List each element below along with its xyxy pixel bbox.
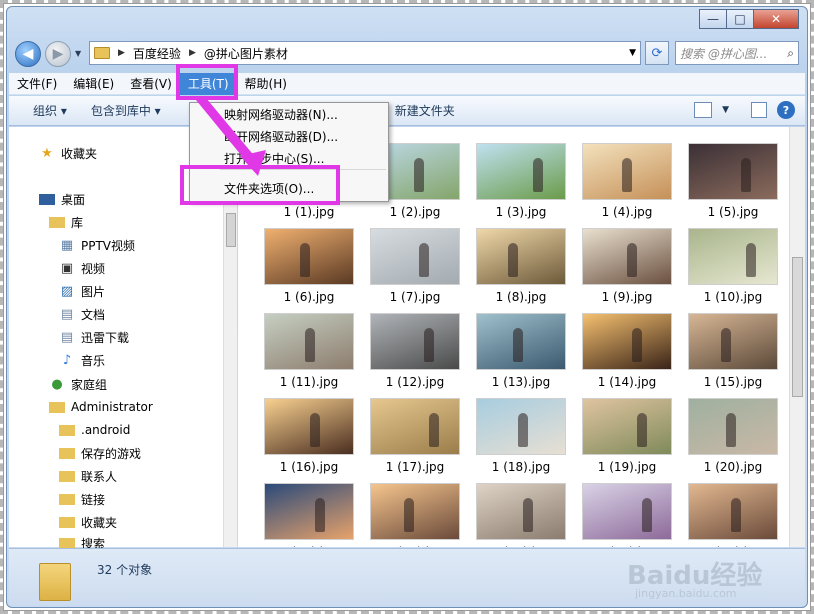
annotation-arrow: [196, 98, 266, 176]
